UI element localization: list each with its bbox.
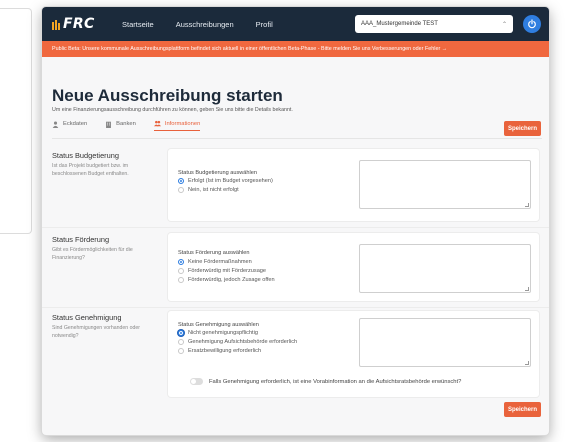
funding-option-zusage[interactable]: Förderwürdig mit Förderzusage <box>178 268 266 274</box>
user-icon <box>52 121 59 128</box>
option-label: Förderwürdig, jedoch Zusage offen <box>188 277 275 283</box>
budget-card: Status Budgetierung auswählen Erfolgt (I… <box>168 149 539 221</box>
top-navbar: FRC Startseite Ausschreibungen Profil AA… <box>42 7 549 41</box>
select-chevron-icon: ⌃ <box>501 21 507 28</box>
approval-toggle-row[interactable]: Falls Genehmigung erforderlich, ist eine… <box>190 378 461 385</box>
users-icon <box>153 120 161 127</box>
tab-label: Banken <box>116 121 136 127</box>
tab-eckdaten[interactable]: Eckdaten <box>52 120 87 131</box>
tab-label: Eckdaten <box>63 121 88 127</box>
funding-notes-textarea[interactable] <box>359 244 531 293</box>
logo-mark-icon <box>52 19 61 30</box>
budget-option-erfolgt[interactable]: Erfolgt (Ist im Budget vorgesehen) <box>178 178 273 184</box>
logo-text: FRC <box>63 16 95 32</box>
approval-option-nicht-pflichtig[interactable]: Nicht genehmigungspflichtig <box>178 330 258 336</box>
radio-button[interactable] <box>178 277 184 283</box>
section-approval-label: Status Genehmigung Sind Genehmigungen vo… <box>52 313 140 340</box>
funding-option-offen[interactable]: Förderwürdig, jedoch Zusage offen <box>178 277 275 283</box>
radio-button[interactable] <box>178 339 184 345</box>
radio-button[interactable] <box>178 259 184 265</box>
budget-question: Status Budgetierung auswählen <box>178 170 257 176</box>
toggle-label: Falls Genehmigung erforderlich, ist eine… <box>209 378 462 385</box>
page-title: Neue Ausschreibung starten <box>52 86 283 105</box>
beta-banner[interactable]: Public Beta: Unsere kommunale Ausschreib… <box>42 41 549 57</box>
nav-link-profil[interactable]: Profil <box>256 20 273 29</box>
resize-handle-icon[interactable] <box>525 203 529 207</box>
nav-link-ausschreibungen[interactable]: Ausschreibungen <box>176 20 234 29</box>
organization-select[interactable]: AAA_Mustergemeinde TEST ⌃ <box>355 15 513 33</box>
budget-notes-textarea[interactable] <box>359 160 531 209</box>
radio-button[interactable] <box>178 348 184 354</box>
section-divider <box>42 307 549 308</box>
option-label: Nicht genehmigungspflichtig <box>188 330 258 336</box>
tab-banken[interactable]: Banken <box>105 120 136 131</box>
approval-toggle-switch[interactable] <box>190 378 203 385</box>
section-divider <box>42 227 549 228</box>
section-heading: Status Genehmigung <box>52 313 122 322</box>
option-label: Erfolgt (Ist im Budget vorgesehen) <box>188 178 273 184</box>
section-funding-label: Status Förderung Gibt es Fördermöglichke… <box>52 235 140 262</box>
nav-link-startseite[interactable]: Startseite <box>122 20 154 29</box>
approval-option-aufsicht[interactable]: Genehmigung Aufsichtsbehörde erforderlic… <box>178 339 297 345</box>
option-label: Ersatzbewilligung erforderlich <box>188 348 262 354</box>
approval-card: Status Genehmigung auswählen Nicht geneh… <box>168 311 539 397</box>
section-heading: Status Budgetierung <box>52 151 119 160</box>
section-heading: Status Förderung <box>52 235 110 244</box>
radio-button[interactable] <box>178 330 184 336</box>
funding-question: Status Förderung auswählen <box>178 250 250 256</box>
funding-card: Status Förderung auswählen Keine Förderm… <box>168 233 539 301</box>
radio-button[interactable] <box>178 178 184 184</box>
radio-button[interactable] <box>178 268 184 274</box>
tab-informationen[interactable]: Informationen <box>153 120 201 131</box>
section-description: Sind Genehmigungen vorhanden oder notwen… <box>52 325 140 339</box>
approval-notes-textarea[interactable] <box>359 318 531 367</box>
section-budget-label: Status Budgetierung Ist das Projekt budg… <box>52 151 140 178</box>
tab-divider <box>52 138 542 139</box>
background-window <box>0 8 32 234</box>
save-button-bottom[interactable]: Speichern <box>504 402 541 417</box>
logout-button[interactable] <box>523 15 541 33</box>
organization-select-value: AAA_Mustergemeinde TEST <box>361 21 438 27</box>
power-icon <box>528 19 536 29</box>
budget-option-nein[interactable]: Nein, ist nicht erfolgt <box>178 187 239 193</box>
section-description: Gibt es Fördermöglichkeiten für die Fina… <box>52 247 133 261</box>
page-subtitle: Um eine Finanzierungsausschreibung durch… <box>52 107 293 113</box>
section-description: Ist das Projekt budgetiert bzw. im besch… <box>52 163 129 177</box>
option-label: Nein, ist nicht erfolgt <box>188 187 239 193</box>
radio-button[interactable] <box>178 187 184 193</box>
tab-bar: Eckdaten Banken Informationen <box>52 120 201 131</box>
tab-label: Informationen <box>164 120 201 127</box>
resize-handle-icon[interactable] <box>525 361 529 365</box>
app-window: FRC Startseite Ausschreibungen Profil AA… <box>42 7 549 435</box>
approval-option-ersatz[interactable]: Ersatzbewilligung erforderlich <box>178 348 261 354</box>
funding-option-keine[interactable]: Keine Fördermaßnahmen <box>178 259 252 265</box>
building-icon <box>106 121 112 128</box>
logo[interactable]: FRC <box>52 16 110 32</box>
resize-handle-icon[interactable] <box>525 287 529 291</box>
save-button-top[interactable]: Speichern <box>504 121 541 136</box>
option-label: Keine Fördermaßnahmen <box>188 259 252 265</box>
option-label: Genehmigung Aufsichtsbehörde erforderlic… <box>188 339 298 345</box>
beta-banner-text: Public Beta: Unsere kommunale Ausschreib… <box>52 46 448 52</box>
option-label: Förderwürdig mit Förderzusage <box>188 268 267 274</box>
approval-question: Status Genehmigung auswählen <box>178 322 259 328</box>
